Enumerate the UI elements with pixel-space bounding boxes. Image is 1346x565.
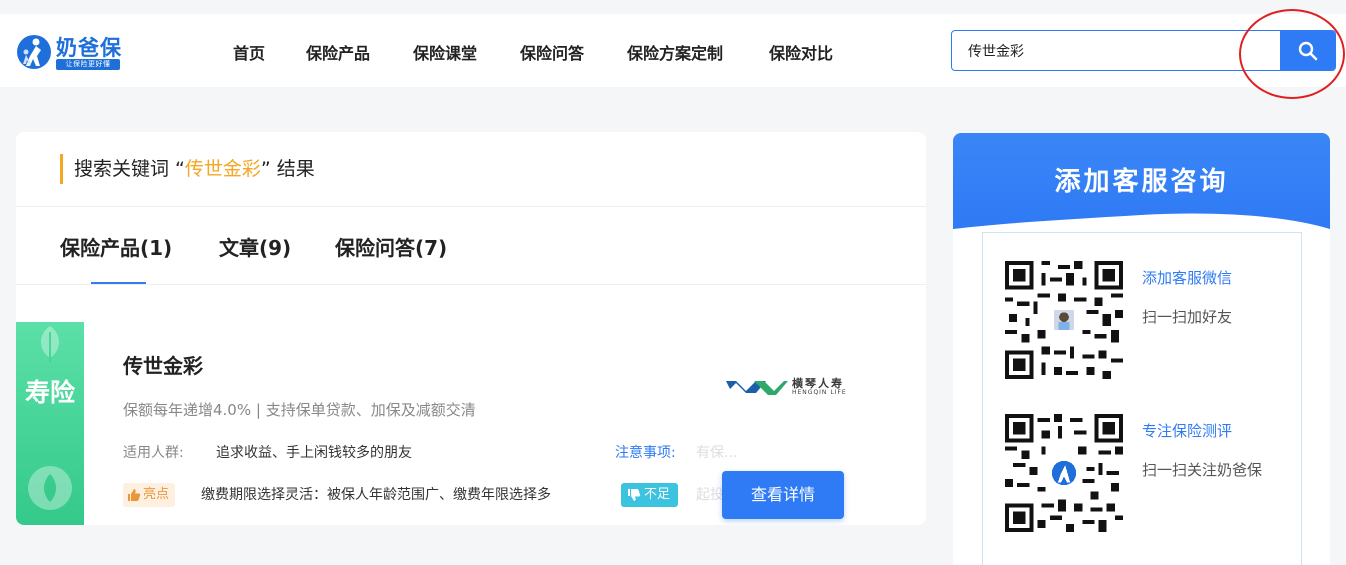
qr2-subtitle: 扫一扫关注奶爸保 — [1142, 461, 1263, 479]
qr2-title: 专注保险测评 — [1142, 422, 1233, 440]
nav-item-products[interactable]: 保险产品 — [306, 40, 370, 64]
view-details-button[interactable]: 查看详情 — [722, 471, 844, 519]
leaf-icon — [28, 466, 72, 510]
highlight-badge: 亮点 — [123, 483, 176, 507]
thumbs-down-icon — [628, 489, 641, 501]
results-heading-prefix: 搜索关键词 “ — [74, 158, 185, 180]
insurer-logo: 横琴人寿 HENGQIN LIFE — [724, 375, 854, 401]
search-results-card: 搜索关键词 “传世金彩” 结果 保险产品(1) 文章(9) 保险问答(7) 寿险… — [16, 132, 926, 525]
divider — [16, 284, 926, 285]
top-strip — [0, 0, 1346, 14]
product-name[interactable]: 传世金彩 — [123, 350, 203, 379]
notice-label: 注意事项: — [615, 445, 676, 461]
search-input[interactable] — [952, 31, 1281, 70]
crowd-label: 适用人群: — [123, 445, 184, 461]
nav-item-compare[interactable]: 保险对比 — [769, 40, 833, 64]
qr-code-box: 添加客服微信 扫一扫加好友 专注保险测评 扫一扫关注奶爸保 — [982, 232, 1302, 565]
product-description: 保额每年递增4.0% | 支持保单贷款、加保及减额交清 — [123, 401, 476, 419]
site-header: 奶爸保 让保险更好懂 首页 保险产品 保险课堂 保险问答 保险方案定制 保险对比 — [0, 14, 1346, 87]
nav-item-classroom[interactable]: 保险课堂 — [413, 40, 477, 64]
nav-item-home[interactable]: 首页 — [233, 40, 265, 64]
tab-qa[interactable]: 保险问答(7) — [335, 232, 447, 261]
shortcoming-badge-label: 不足 — [644, 487, 671, 502]
notice-value: 有保... — [696, 445, 738, 461]
highlight-badge-label: 亮点 — [143, 487, 170, 502]
annotation-circle — [1239, 9, 1345, 99]
customer-service-panel: 添加客服咨询 添加客服微信 扫一扫加好友 专注保险测评 扫一扫关注奶爸保 — [953, 133, 1330, 565]
site-logo[interactable]: 奶爸保 让保险更好懂 — [16, 32, 126, 72]
product-category-label: 寿险 — [24, 378, 75, 407]
product-category-strip: 寿险 — [16, 322, 84, 525]
nav-item-custom-plan[interactable]: 保险方案定制 — [627, 40, 723, 64]
thumbs-up-icon — [128, 489, 141, 501]
tab-articles[interactable]: 文章(9) — [219, 232, 291, 261]
results-heading-suffix: ” 结果 — [260, 158, 315, 180]
logo-tagline: 让保险更好懂 — [56, 59, 120, 70]
shortcoming-text: 起投 — [696, 487, 724, 503]
logo-mark-icon — [17, 35, 51, 69]
panel-title: 添加客服咨询 — [1054, 167, 1229, 197]
official-account-qr-code[interactable] — [1005, 414, 1123, 532]
insurer-logo-mark-icon — [726, 381, 788, 395]
qr1-title: 添加客服微信 — [1142, 269, 1233, 287]
results-heading: 搜索关键词 “传世金彩” 结果 — [60, 154, 315, 184]
results-keyword: 传世金彩 — [184, 158, 261, 180]
shortcoming-badge: 不足 — [621, 483, 679, 507]
crowd-value: 追求收益、手上闲钱较多的朋友 — [216, 445, 412, 461]
leaf-icon — [41, 326, 59, 362]
logo-text: 奶爸保 — [56, 36, 122, 60]
wechat-qr-code[interactable] — [1005, 261, 1123, 379]
highlight-text: 缴费期限选择灵活：被保人年龄范围广、缴费年限选择多 — [201, 487, 551, 503]
qr1-subtitle: 扫一扫加好友 — [1142, 308, 1233, 326]
divider — [16, 206, 926, 207]
nav-item-qa[interactable]: 保险问答 — [520, 40, 584, 64]
insurer-name-en: HENGQIN LIFE — [792, 389, 847, 396]
tab-products[interactable]: 保险产品(1) — [60, 232, 172, 261]
